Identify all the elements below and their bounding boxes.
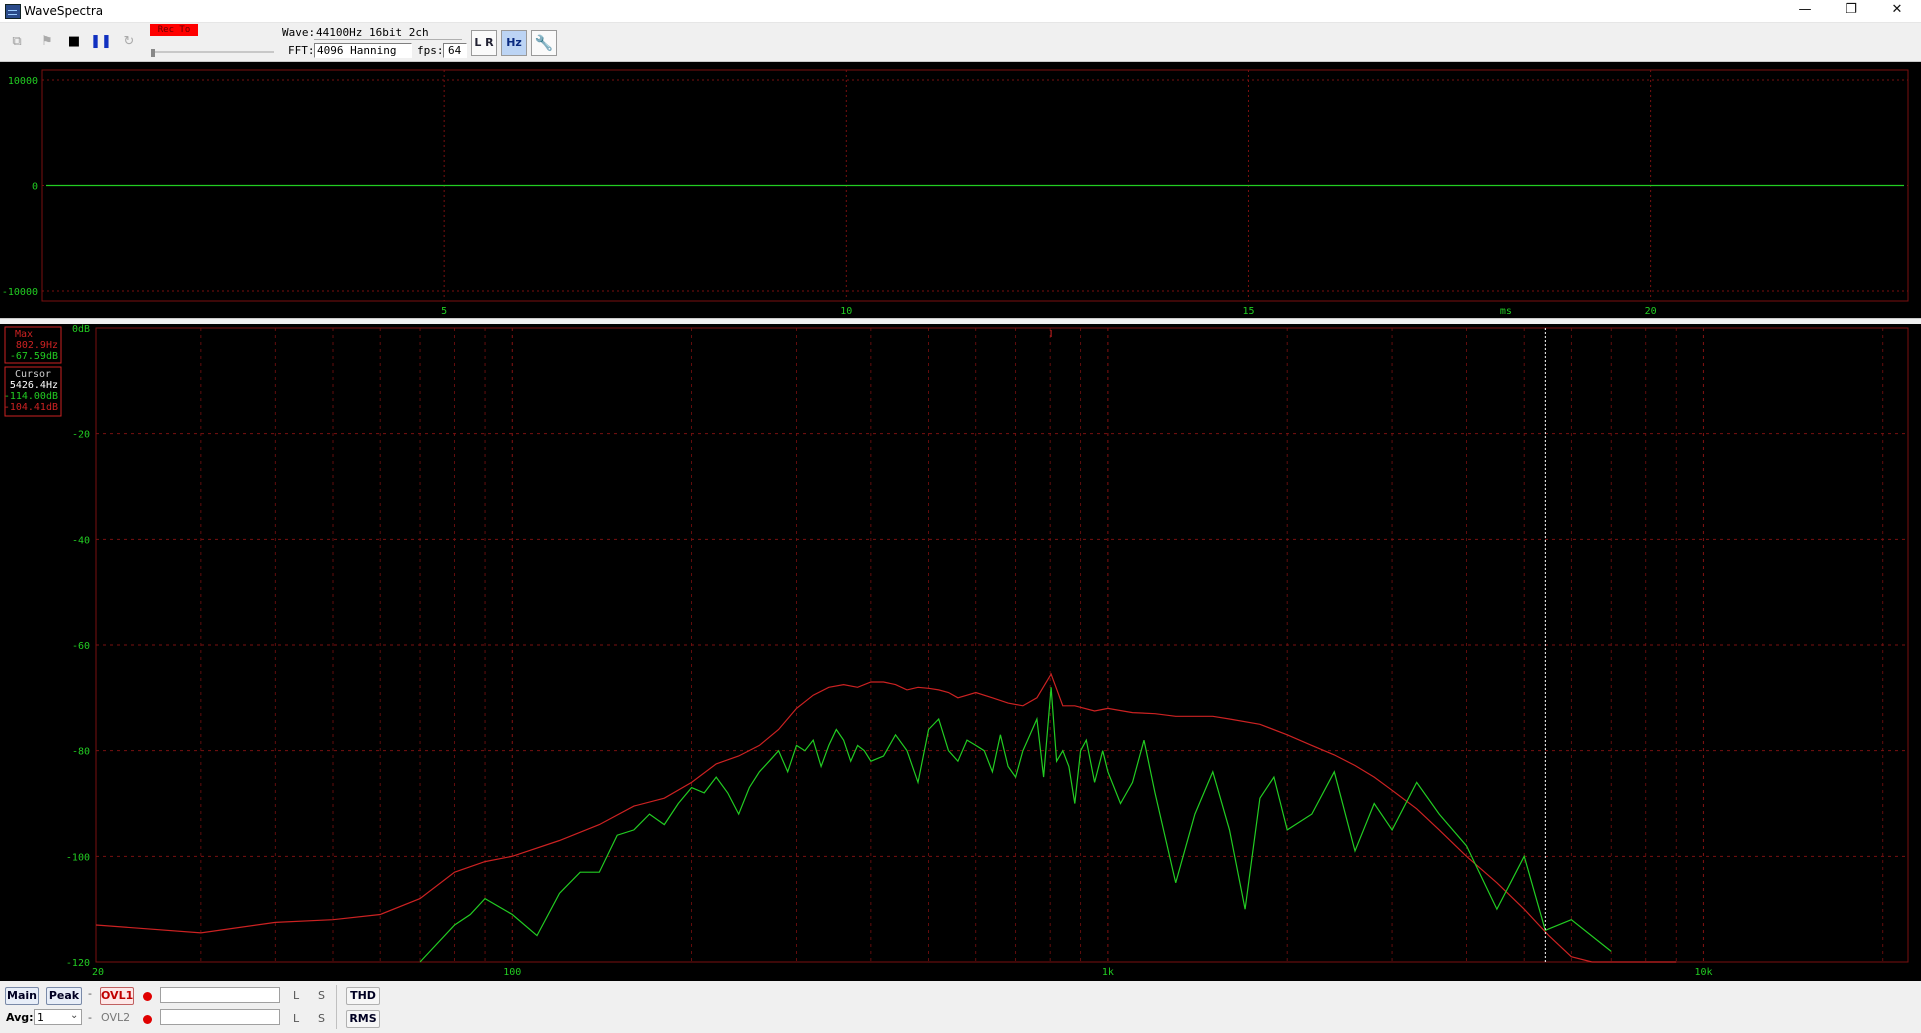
spectrum-y-tick-label: -40 [72,535,90,546]
ovl1-record-icon[interactable] [143,992,152,1001]
wave-x-tick-label: 15 [1242,306,1254,317]
avg-value: 1 [37,1011,44,1024]
ovl1-field[interactable] [160,987,280,1003]
spectrum-x-tick-label: 20 [92,967,104,978]
rms-button[interactable]: RMS [346,1010,380,1028]
settings-wrench-icon[interactable]: 🔧 [531,30,557,56]
title-bar: WaveSpectra — ❐ ✕ [0,0,1921,23]
spectrum-x-tick-label: 100 [503,967,521,978]
ovl2-dash: - [88,1011,92,1024]
fft-value: 4096 Hanning [317,44,397,57]
thd-button[interactable]: THD [346,987,380,1005]
max-box-title: Max [15,329,33,340]
spectrum-x-tick-label: 10k [1694,967,1712,978]
wave-y-tick-label: 10000 [8,76,38,87]
lr-channel-button[interactable]: L R [471,30,497,56]
bottom-divider [336,985,337,1029]
toolbar: ⧉ ⚑ ■ ❚❚ ↻ Rec To Wave: 44100Hz 16bit 2c… [0,23,1921,62]
fps-label: fps: [417,44,444,57]
spectrum-panel: 0dB -20 -40 -60 -80 -100 -120 20 100 1k 10k Max 802.… [0,324,1921,981]
wave-value: 44100Hz 16bit 2ch [316,26,429,39]
wave-y-tick-label: 0 [32,182,38,193]
spectrum-y-tick-label: -80 [72,747,90,758]
spectrum-y-tick-label: 0dB [72,324,90,335]
avg-label: Avg: [6,1011,34,1024]
max-box-level: -67.59dB [10,351,58,362]
peak-button[interactable]: Peak [46,987,82,1005]
minimize-button[interactable]: — [1782,0,1828,22]
ovl2-label[interactable]: OVL2 [101,1011,130,1024]
restore-button[interactable]: ❐ [1828,0,1874,22]
window-title: WaveSpectra [24,4,104,18]
ovl2-l-toggle[interactable]: L [293,1012,299,1025]
ovl1-dash: - [88,987,92,1000]
spectrum-x-tick-label: 1k [1102,967,1114,978]
waveform-chart: 5 10 15 20 ms 10000 0 -10000 [2,69,1909,317]
bottom-bar: Main Peak - OVL1 L S THD Avg: 1 ⌄ - OVL2… [0,983,1921,1033]
spectrum-y-tick-label: -20 [72,430,90,441]
hz-scale-button[interactable]: Hz [501,30,527,56]
spectrum-y-tick-label: -120 [66,958,90,969]
ovl2-s-toggle[interactable]: S [318,1012,325,1025]
wave-x-unit-label: ms [1500,306,1512,317]
ovl2-record-icon[interactable] [143,1015,152,1024]
wave-x-tick-label: 20 [1645,306,1657,317]
main-button[interactable]: Main [5,987,39,1005]
copy-icon[interactable]: ⧉ [6,31,28,53]
cursor-box-title: Cursor [15,369,51,380]
stop-button[interactable]: ■ [63,31,85,53]
spectrum-chart: 0dB -20 -40 -60 -80 -100 -12020 100 1k 10k Max802.… [4,324,1909,978]
volume-slider-track[interactable] [152,51,274,53]
ovl2-field[interactable] [160,1009,280,1025]
fps-value: 64 [448,44,462,57]
chevron-down-icon[interactable]: ⌄ [70,1010,78,1021]
close-button[interactable]: ✕ [1874,0,1920,22]
spectrum-y-tick-label: -100 [66,852,90,863]
app-icon [5,4,21,19]
wave-x-tick-label: 10 [840,306,852,317]
waveform-panel: 5 10 15 20 ms 10000 0 -10000 [0,62,1921,318]
fft-label: FFT: [288,44,315,57]
cursor-box-freq: 5426.4Hz [10,380,58,391]
ovl1-button[interactable]: OVL1 [100,987,134,1005]
cursor-box-level-left: -114.00dB [4,391,58,402]
ovl1-l-toggle[interactable]: L [293,989,299,1002]
wave-label: Wave: [282,26,316,39]
wave-x-tick-label: 5 [441,306,447,317]
rec-to-indicator: Rec To [150,24,198,36]
cursor-box-level-right: -104.41dB [4,402,58,413]
record-loop-icon[interactable]: ↻ [118,31,140,53]
max-box-freq: 802.9Hz [16,340,58,351]
pause-button[interactable]: ❚❚ [90,31,112,53]
wave-underline [314,39,462,40]
ovl1-s-toggle[interactable]: S [318,989,325,1002]
spectrum-y-tick-label: -60 [72,641,90,652]
flag-icon[interactable]: ⚑ [36,31,58,53]
volume-slider-thumb[interactable] [151,49,155,57]
wave-y-tick-label: -10000 [2,287,38,298]
